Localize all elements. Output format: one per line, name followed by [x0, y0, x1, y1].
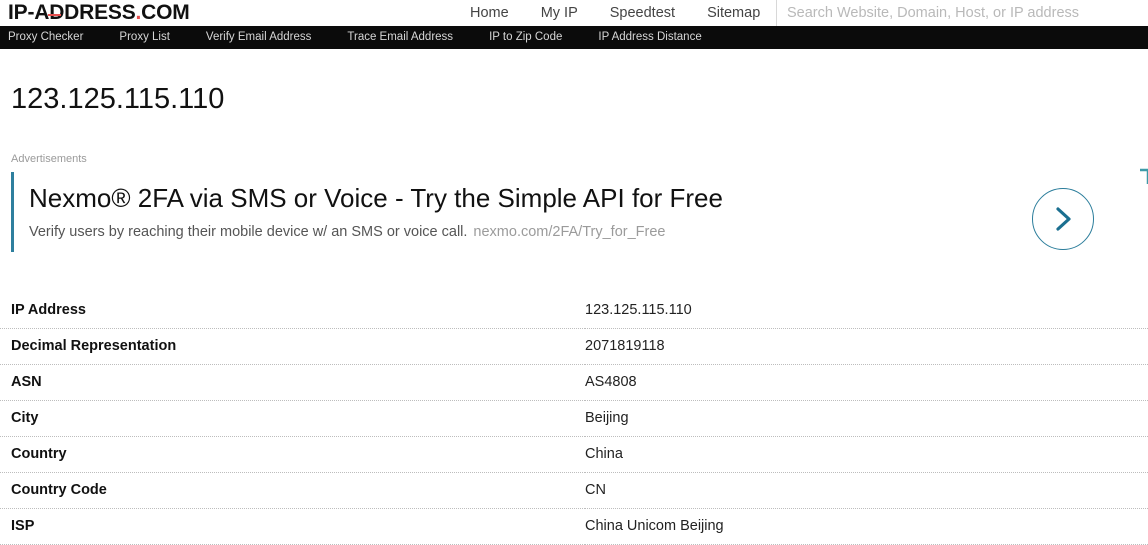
- nav-item-my-ip[interactable]: My IP: [541, 0, 578, 26]
- search-container: [776, 0, 1148, 26]
- logo-strike-letter: D: [48, 1, 65, 24]
- secondary-nav: Proxy Checker Proxy List Verify Email Ad…: [0, 26, 1148, 49]
- row-value: Beijing: [585, 400, 1148, 437]
- row-label: IP Address: [0, 292, 585, 329]
- nav-item-sitemap[interactable]: Sitemap: [707, 0, 760, 26]
- row-label: City: [0, 400, 585, 437]
- subnav-item-trace-email-address[interactable]: Trace Email Address: [347, 26, 453, 49]
- search-input[interactable]: [777, 0, 1148, 26]
- ad-description-line: Verify users by reaching their mobile de…: [29, 224, 1148, 240]
- nav-item-home[interactable]: Home: [470, 0, 509, 26]
- row-value: 123.125.115.110: [585, 292, 1148, 329]
- ad-next-button[interactable]: [1032, 188, 1094, 250]
- row-label: Country: [0, 436, 585, 473]
- page-edge-artifact-icon: [1138, 168, 1148, 186]
- page-title: 123.125.115.110: [11, 83, 225, 115]
- ad-url[interactable]: nexmo.com/2FA/Try_for_Free: [473, 224, 665, 240]
- row-value: China: [585, 436, 1148, 473]
- row-value: AS4808: [585, 364, 1148, 401]
- subnav-item-verify-email-address[interactable]: Verify Email Address: [206, 26, 311, 49]
- row-label: Country Code: [0, 472, 585, 509]
- ad-title[interactable]: Nexmo® 2FA via SMS or Voice - Try the Si…: [29, 183, 1148, 214]
- row-label: ISP: [0, 508, 585, 545]
- site-logo[interactable]: IP-ADDRESS.COM: [0, 0, 190, 26]
- row-label: ASN: [0, 364, 585, 401]
- table-row: IP Address 123.125.115.110: [0, 292, 1148, 329]
- logo-suffix: COM: [141, 1, 190, 24]
- row-value: CN: [585, 472, 1148, 509]
- logo-prefix: IP-A: [8, 1, 50, 24]
- ip-info-table: IP Address 123.125.115.110 Decimal Repre…: [0, 292, 1148, 545]
- table-row: Decimal Representation 2071819118: [0, 328, 1148, 365]
- subnav-item-proxy-list[interactable]: Proxy List: [119, 26, 170, 49]
- subnav-item-ip-to-zip-code[interactable]: IP to Zip Code: [489, 26, 562, 49]
- row-value: 2071819118: [585, 328, 1148, 365]
- advertisement-block[interactable]: Nexmo® 2FA via SMS or Voice - Try the Si…: [11, 172, 1148, 252]
- advertisements-label: Advertisements: [11, 153, 87, 165]
- table-row: ASN AS4808: [0, 364, 1148, 401]
- primary-nav: Home My IP Speedtest Sitemap: [470, 0, 760, 26]
- row-label: Decimal Representation: [0, 328, 585, 365]
- table-row: City Beijing: [0, 400, 1148, 437]
- subnav-item-proxy-checker[interactable]: Proxy Checker: [8, 26, 83, 49]
- row-value: China Unicom Beijing: [585, 508, 1148, 545]
- ad-description: Verify users by reaching their mobile de…: [29, 223, 468, 240]
- site-header: IP-ADDRESS.COM Home My IP Speedtest Site…: [0, 0, 1148, 26]
- chevron-right-icon: [1051, 204, 1075, 234]
- table-row: Country China: [0, 436, 1148, 473]
- logo-middle: DRESS: [64, 1, 136, 24]
- subnav-item-ip-address-distance[interactable]: IP Address Distance: [598, 26, 701, 49]
- table-row: ISP China Unicom Beijing: [0, 508, 1148, 545]
- nav-item-speedtest[interactable]: Speedtest: [610, 0, 675, 26]
- table-row: Country Code CN: [0, 472, 1148, 509]
